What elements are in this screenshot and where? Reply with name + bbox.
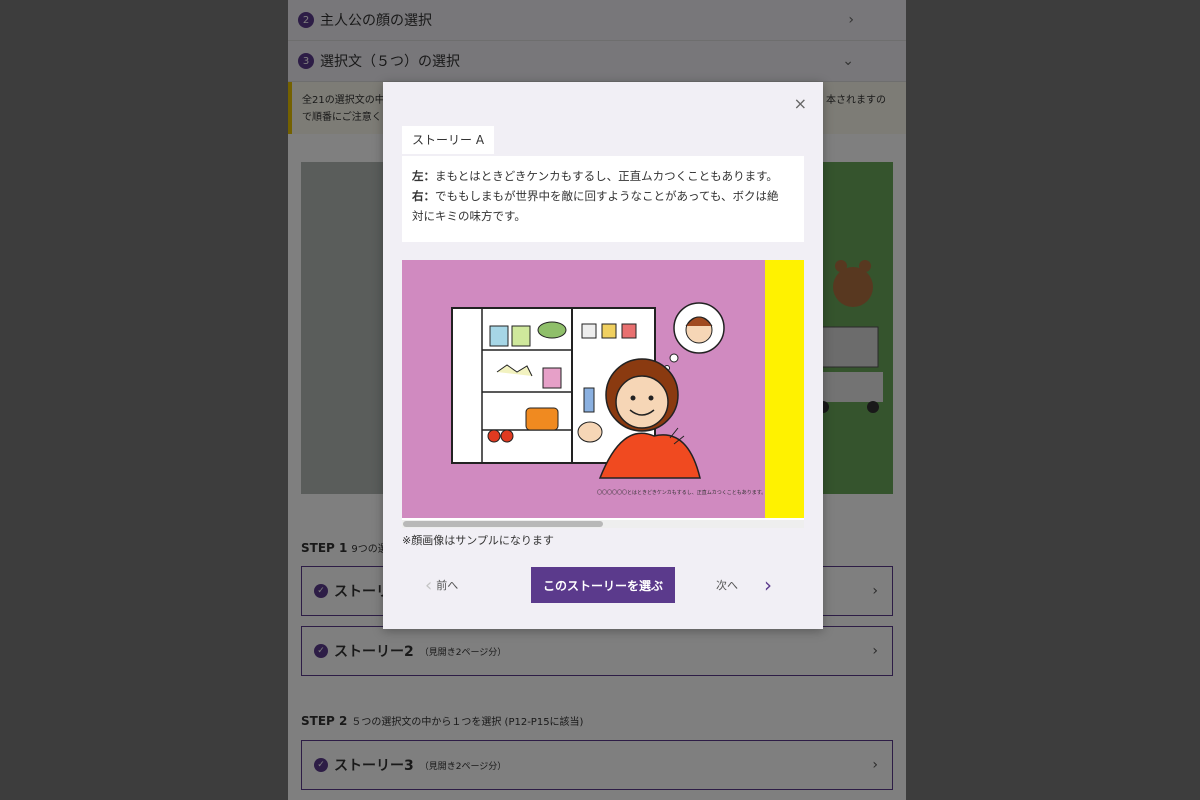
story-illustration: 〇〇〇〇〇〇とはときどきケンカもするし、正直ムカつくこともあります。 bbox=[402, 260, 804, 518]
right-page-text-cont: 対にキミの味方です。 bbox=[412, 209, 526, 223]
illustration-caption: 〇〇〇〇〇〇とはときどきケンカもするし、正直ムカつくこともあります。 bbox=[597, 489, 766, 496]
next-label: 次へ bbox=[716, 579, 738, 592]
story-text-box: 左：まもとはときどきケンカもするし、正直ムカつくこともあります。 右：でももしま… bbox=[402, 156, 804, 242]
prev-button[interactable]: ‹ 前へ bbox=[425, 572, 458, 598]
sample-note: ※顔画像はサンプルになります bbox=[402, 534, 554, 547]
story-tab: ストーリー A bbox=[402, 126, 495, 154]
next-button[interactable]: 次へ › bbox=[716, 572, 772, 598]
prev-label: 前へ bbox=[436, 579, 459, 592]
horizontal-scrollbar[interactable] bbox=[402, 520, 804, 528]
story-illustration-scroller[interactable]: 〇〇〇〇〇〇とはときどきケンカもするし、正直ムカつくこともあります。 bbox=[402, 260, 804, 528]
close-icon[interactable]: × bbox=[794, 94, 807, 113]
chevron-left-icon: ‹ bbox=[425, 574, 433, 596]
chevron-right-icon: › bbox=[764, 573, 772, 597]
left-page-text: 左：まもとはときどきケンカもするし、正直ムカつくこともあります。 bbox=[412, 169, 778, 183]
story-preview-modal: × ストーリー A 左：まもとはときどきケンカもするし、正直ムカつくこともありま… bbox=[383, 82, 823, 629]
choose-story-button[interactable]: このストーリーを選ぶ bbox=[531, 567, 675, 603]
scrollbar-thumb[interactable] bbox=[403, 521, 603, 527]
right-page-text: 右：でももしまもが世界中を敵に回すようなことがあっても、ボクは絶 bbox=[412, 189, 779, 203]
